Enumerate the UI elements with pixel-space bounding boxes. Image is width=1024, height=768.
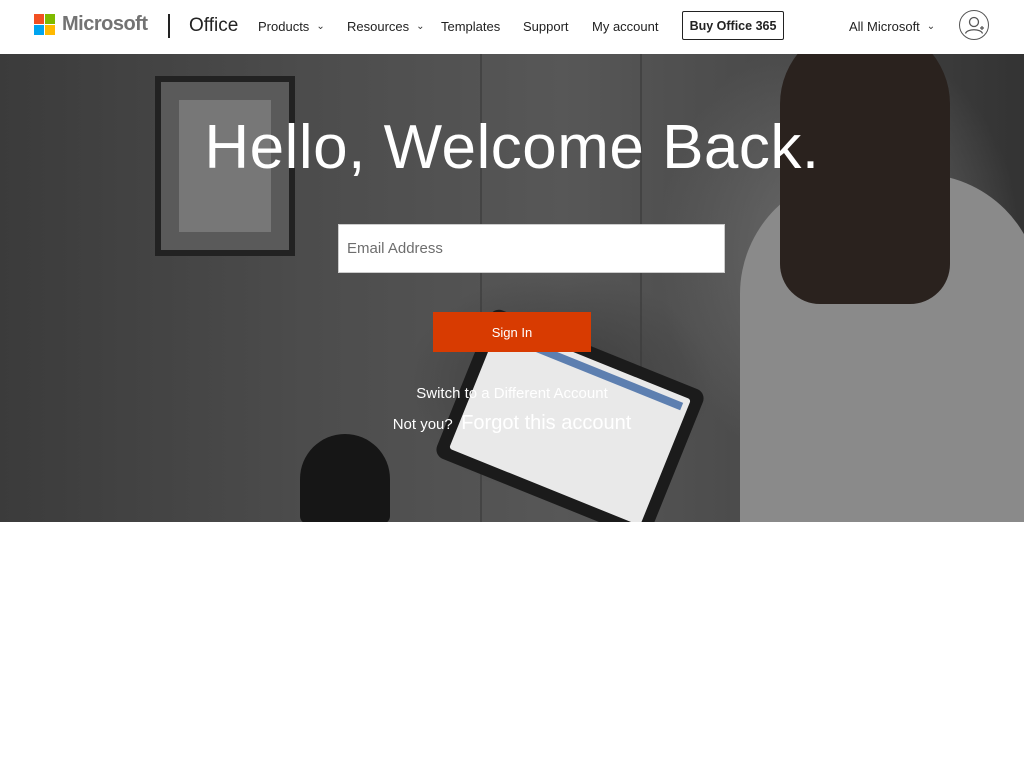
logo-square-green (45, 14, 55, 24)
nav-resources[interactable]: Resources ⌄ (347, 19, 425, 34)
switch-account-link[interactable]: Switch to a Different Account (0, 385, 1024, 402)
nav-products-label: Products (258, 19, 310, 34)
forgot-account-link[interactable]: Forgot this account (461, 412, 631, 434)
product-name[interactable]: Office (189, 15, 238, 37)
logo-square-red (34, 14, 44, 24)
nav-my-account[interactable]: My account (592, 19, 658, 34)
logo-square-yellow (45, 25, 55, 35)
nav-resources-label: Resources (347, 19, 410, 34)
brand-name[interactable]: Microsoft (62, 13, 148, 36)
chevron-down-icon: ⌄ (926, 21, 936, 32)
chevron-down-icon: ⌄ (416, 21, 425, 32)
account-icon-glyph (964, 16, 984, 34)
header-divider (168, 14, 170, 38)
email-field[interactable] (338, 224, 725, 273)
all-microsoft-menu[interactable]: All Microsoft ⌄ (849, 19, 935, 34)
hero-banner: Hello, Welcome Back. Sign In Switch to a… (0, 54, 1024, 522)
top-header: Microsoft Office Products ⌄ Resources ⌄ … (0, 0, 1024, 54)
welcome-heading: Hello, Welcome Back. (204, 113, 820, 182)
background-kettle (300, 434, 390, 522)
nav-products[interactable]: Products ⌄ (258, 19, 325, 34)
chevron-down-icon: ⌄ (316, 21, 325, 32)
buy-office-button[interactable]: Buy Office 365 (682, 11, 784, 40)
not-you-label: Not you? (392, 416, 453, 433)
account-icon[interactable] (959, 10, 989, 40)
sign-in-button[interactable]: Sign In (433, 312, 591, 352)
nav-support[interactable]: Support (523, 19, 569, 34)
logo-square-blue (34, 25, 44, 35)
not-you-row: Not you? Forgot this account (0, 412, 1024, 435)
microsoft-logo[interactable] (34, 14, 56, 36)
nav-templates[interactable]: Templates (441, 19, 500, 34)
all-microsoft-label: All Microsoft (849, 19, 920, 34)
